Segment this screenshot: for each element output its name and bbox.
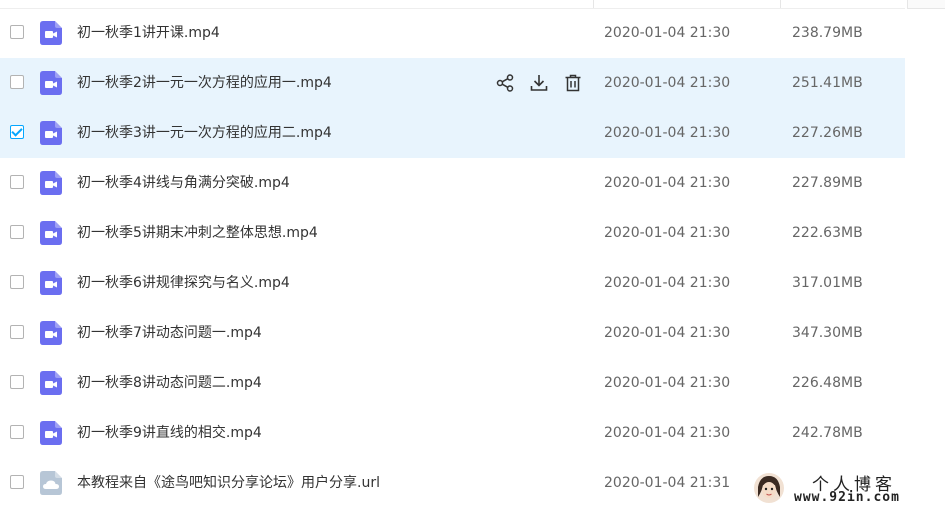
share-icon[interactable] bbox=[495, 73, 515, 93]
file-size: 227.89MB bbox=[792, 175, 863, 191]
row-checkbox[interactable] bbox=[10, 325, 24, 339]
file-date: 2020-01-04 21:30 bbox=[604, 325, 731, 341]
file-row[interactable]: 初一秋季1讲开课.mp4 2020-01-04 21:30 238.79MB bbox=[0, 8, 905, 58]
row-checkbox[interactable] bbox=[10, 75, 24, 89]
row-checkbox[interactable] bbox=[10, 175, 24, 189]
file-list: 初一秋季1讲开课.mp4 2020-01-04 21:30 238.79MB 初一秋季… bbox=[0, 8, 905, 508]
video-file-icon bbox=[40, 221, 62, 245]
file-row[interactable]: 初一秋季2讲一元一次方程的应用一.mp4 2020-01-04 21:30 251.… bbox=[0, 58, 905, 108]
delete-icon[interactable] bbox=[563, 73, 583, 93]
video-file-icon bbox=[40, 121, 62, 145]
file-size: 251.41MB bbox=[792, 75, 863, 91]
file-name[interactable]: 初一秋季8讲动态问题二.mp4 bbox=[77, 358, 262, 408]
file-size: 242.78MB bbox=[792, 425, 863, 441]
file-row[interactable]: 初一秋季9讲直线的相交.mp4 2020-01-04 21:30 242.78MB bbox=[0, 408, 905, 458]
file-date: 2020-01-04 21:30 bbox=[604, 425, 731, 441]
file-date: 2020-01-04 21:30 bbox=[604, 125, 731, 141]
file-row[interactable]: 初一秋季3讲一元一次方程的应用二.mp4 2020-01-04 21:30 227.… bbox=[0, 108, 905, 158]
file-name[interactable]: 初一秋季5讲期末冲刺之整体思想.mp4 bbox=[77, 208, 318, 258]
file-row[interactable]: 初一秋季6讲规律探究与名义.mp4 2020-01-04 21:30 317.01M… bbox=[0, 258, 905, 308]
video-file-icon bbox=[40, 371, 62, 395]
file-name[interactable]: 初一秋季3讲一元一次方程的应用二.mp4 bbox=[77, 108, 332, 158]
file-date: 2020-01-04 21:31 bbox=[604, 475, 731, 491]
file-name[interactable]: 本教程来自《途鸟吧知识分享论坛》用户分享.url bbox=[77, 458, 380, 508]
file-size: 227.26MB bbox=[792, 125, 863, 141]
row-checkbox[interactable] bbox=[10, 225, 24, 239]
watermark-avatar bbox=[754, 473, 784, 503]
file-size: 222.63MB bbox=[792, 225, 863, 241]
video-file-icon bbox=[40, 21, 62, 45]
file-name[interactable]: 初一秋季6讲规律探究与名义.mp4 bbox=[77, 258, 290, 308]
download-icon[interactable] bbox=[529, 73, 549, 93]
row-checkbox[interactable] bbox=[10, 25, 24, 39]
row-checkbox[interactable] bbox=[10, 475, 24, 489]
watermark-url: www.92in.com bbox=[794, 490, 900, 505]
file-name[interactable]: 初一秋季4讲线与角满分突破.mp4 bbox=[77, 158, 290, 208]
row-checkbox[interactable] bbox=[10, 125, 24, 139]
file-size: 226.48MB bbox=[792, 375, 863, 391]
file-date: 2020-01-04 21:30 bbox=[604, 175, 731, 191]
file-row[interactable]: 初一秋季4讲线与角满分突破.mp4 2020-01-04 21:30 227.89M… bbox=[0, 158, 905, 208]
scrollbar-corner bbox=[907, 0, 945, 9]
column-separator[interactable] bbox=[780, 0, 781, 8]
file-name[interactable]: 初一秋季2讲一元一次方程的应用一.mp4 bbox=[77, 58, 332, 108]
file-size: 317.01MB bbox=[792, 275, 863, 291]
video-file-icon bbox=[40, 321, 62, 345]
file-date: 2020-01-04 21:30 bbox=[604, 225, 731, 241]
file-size: 238.79MB bbox=[792, 25, 863, 41]
file-row[interactable]: 初一秋季7讲动态问题一.mp4 2020-01-04 21:30 347.30MB bbox=[0, 308, 905, 358]
file-date: 2020-01-04 21:30 bbox=[604, 375, 731, 391]
video-file-icon bbox=[40, 71, 62, 95]
video-file-icon bbox=[40, 271, 62, 295]
file-name[interactable]: 初一秋季1讲开课.mp4 bbox=[77, 8, 220, 58]
file-name[interactable]: 初一秋季9讲直线的相交.mp4 bbox=[77, 408, 262, 458]
file-row[interactable]: 初一秋季8讲动态问题二.mp4 2020-01-04 21:30 226.48MB bbox=[0, 358, 905, 408]
file-name[interactable]: 初一秋季7讲动态问题一.mp4 bbox=[77, 308, 262, 358]
file-size: 347.30MB bbox=[792, 325, 863, 341]
video-file-icon bbox=[40, 421, 62, 445]
file-date: 2020-01-04 21:30 bbox=[604, 75, 731, 91]
file-date: 2020-01-04 21:30 bbox=[604, 275, 731, 291]
watermark: 个人博客 www.92in.com bbox=[750, 470, 940, 506]
link-file-icon bbox=[40, 471, 62, 495]
file-row[interactable]: 初一秋季5讲期末冲刺之整体思想.mp4 2020-01-04 21:30 222.6… bbox=[0, 208, 905, 258]
column-separator[interactable] bbox=[593, 0, 594, 8]
file-date: 2020-01-04 21:30 bbox=[604, 25, 731, 41]
row-checkbox[interactable] bbox=[10, 375, 24, 389]
row-checkbox[interactable] bbox=[10, 275, 24, 289]
video-file-icon bbox=[40, 171, 62, 195]
row-checkbox[interactable] bbox=[10, 425, 24, 439]
